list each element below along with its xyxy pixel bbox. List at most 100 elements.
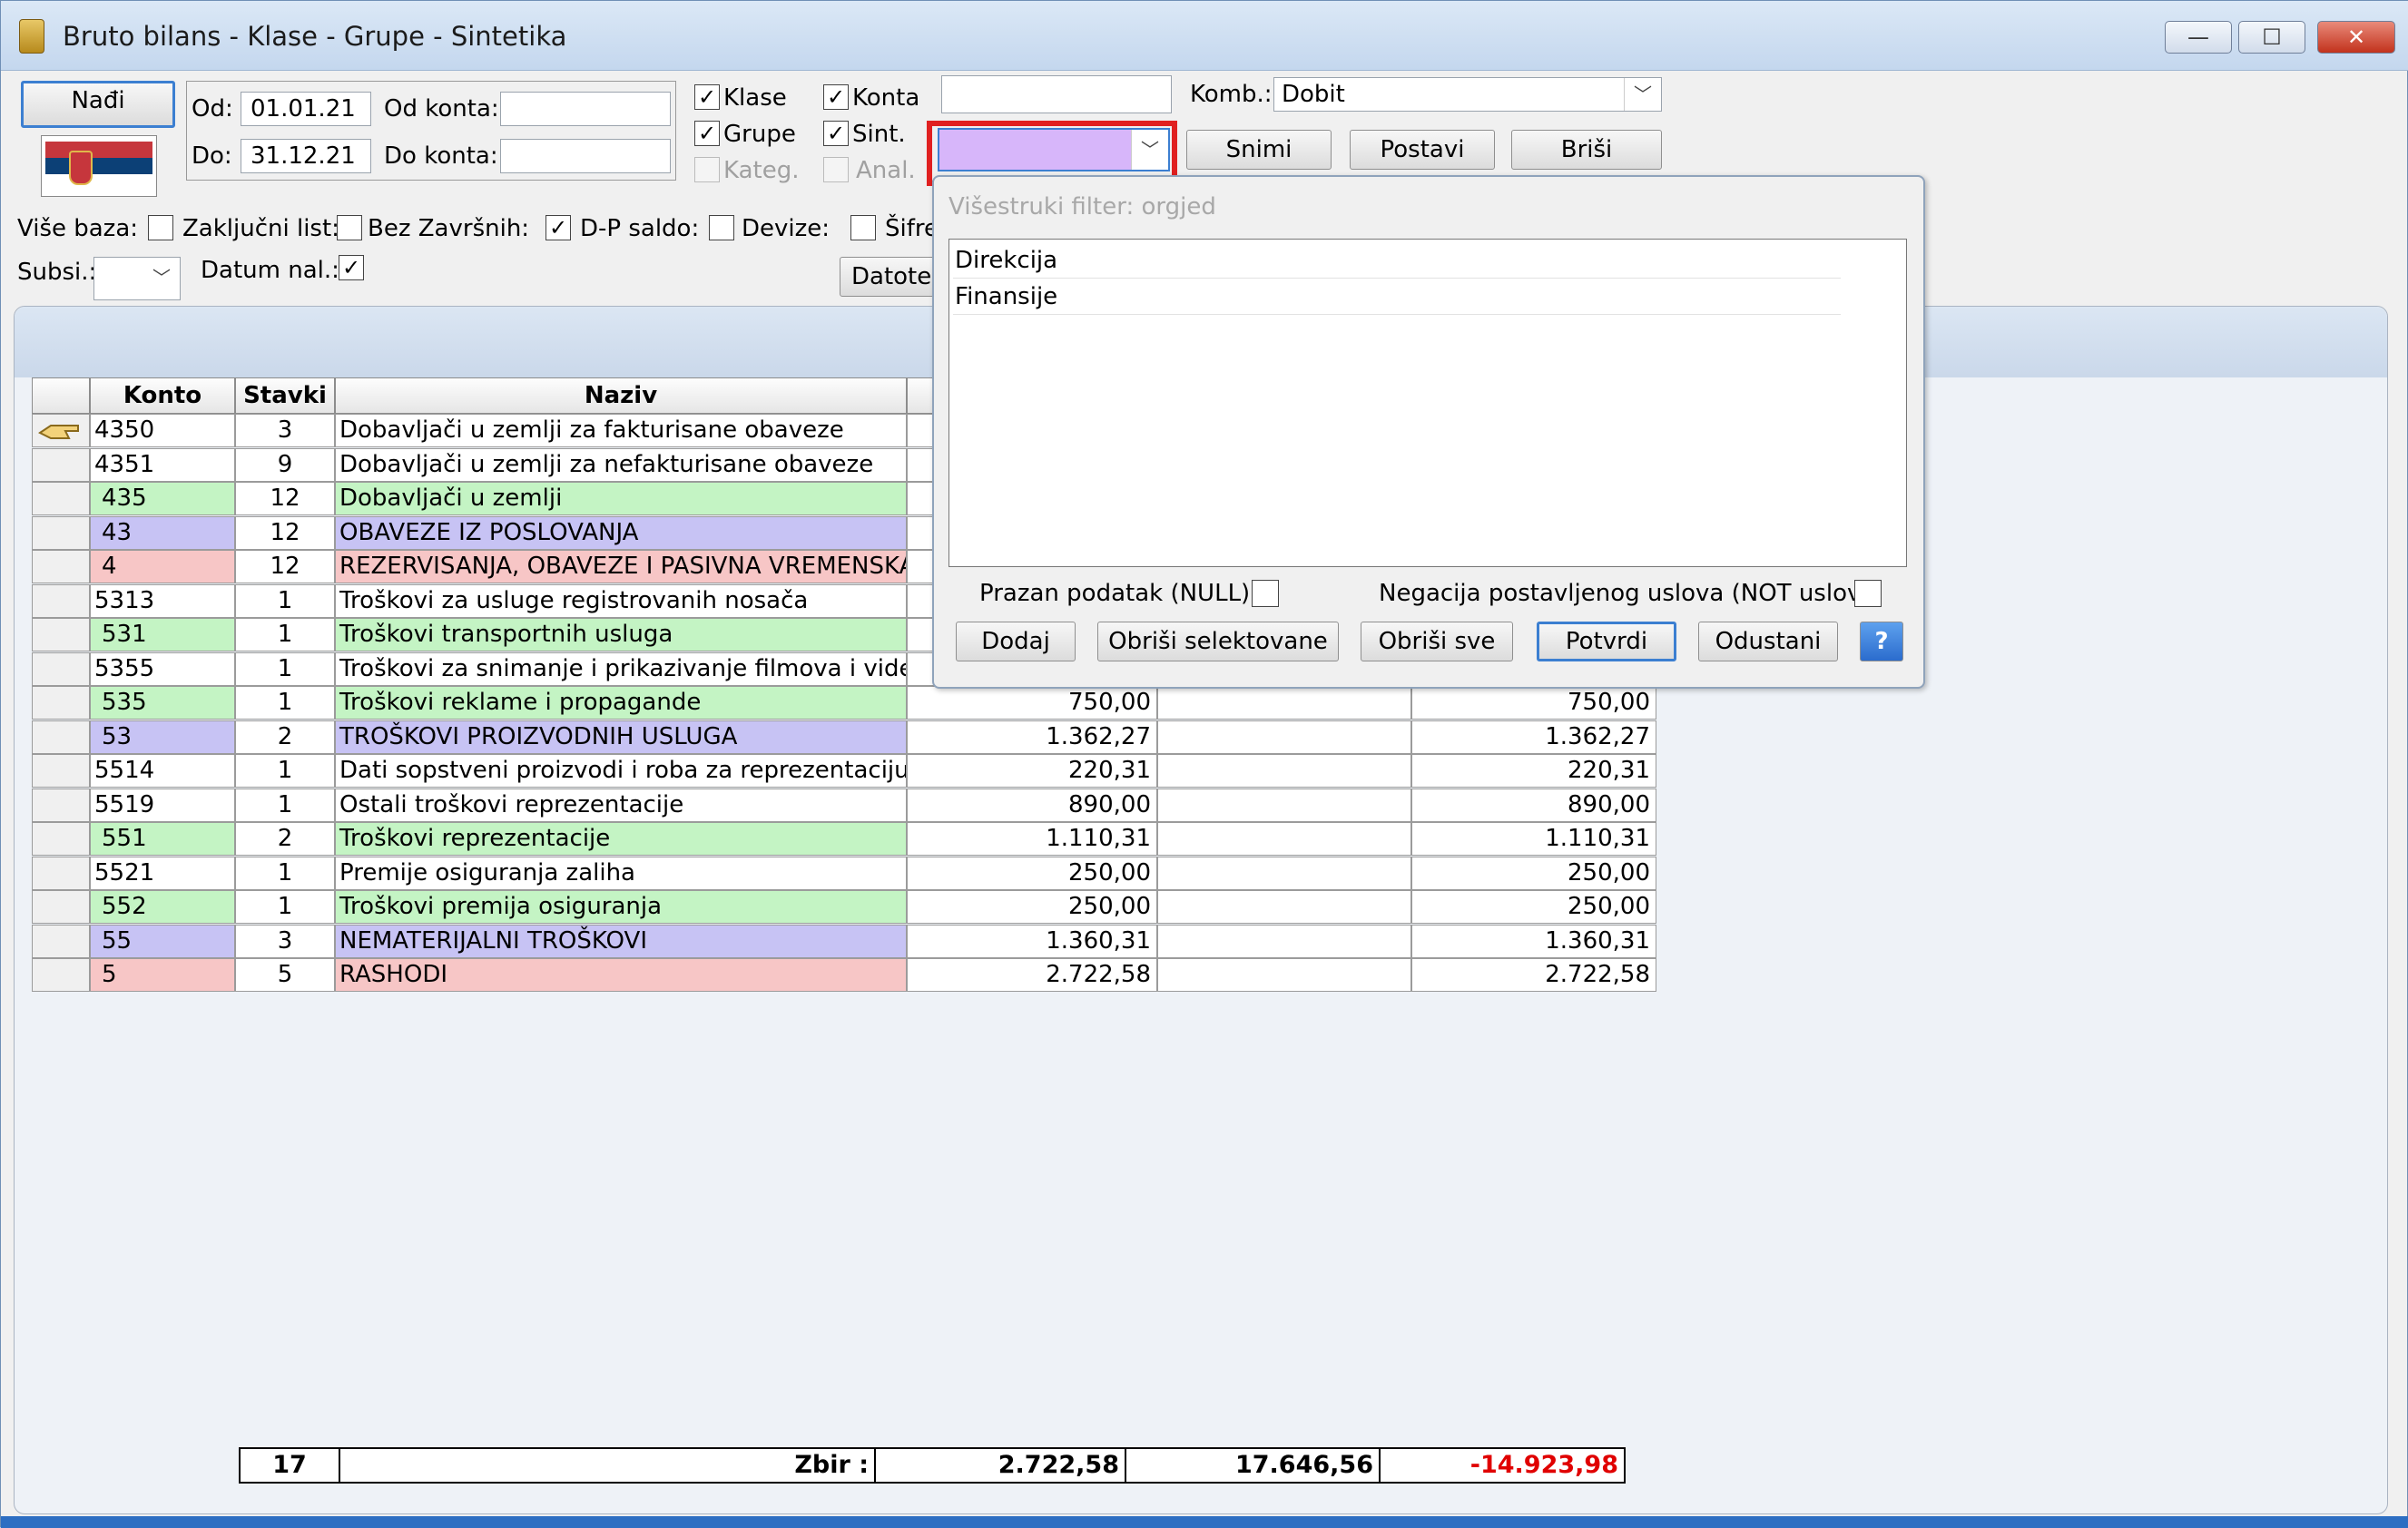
naziv-cell[interactable]: NEMATERIJALNI TROŠKOVI [335, 924, 907, 958]
row-selector[interactable] [32, 447, 90, 482]
stavki-cell[interactable]: 3 [235, 924, 335, 958]
konto-cell[interactable]: 5355 [90, 651, 235, 686]
konto-cell[interactable]: 43 [90, 515, 235, 550]
obrisi-selektovane-button[interactable]: Obriši selektovane [1097, 622, 1339, 661]
find-button[interactable]: Nađi [21, 81, 175, 128]
not-checkbox[interactable] [1854, 580, 1882, 607]
s-cell[interactable]: 220,31 [1411, 754, 1656, 788]
klase-checkbox[interactable]: ✓ [694, 84, 720, 110]
naziv-cell[interactable]: Troškovi za snimanje i prikazivanje film… [335, 651, 907, 686]
p-cell[interactable] [1157, 958, 1411, 992]
p-cell[interactable] [1157, 686, 1411, 720]
s-cell[interactable]: 750,00 [1411, 686, 1656, 720]
stavki-cell[interactable]: 1 [235, 890, 335, 924]
stavki-cell[interactable]: 3 [235, 414, 335, 447]
p-cell[interactable] [1157, 890, 1411, 924]
komb-name-input[interactable] [941, 75, 1172, 113]
d-cell[interactable]: 250,00 [907, 856, 1157, 890]
s-cell[interactable]: 890,00 [1411, 788, 1656, 822]
grupe-checkbox[interactable]: ✓ [694, 121, 720, 146]
stavki-cell[interactable]: 12 [235, 482, 335, 515]
naziv-cell[interactable]: Troškovi premija osiguranja [335, 890, 907, 924]
naziv-cell[interactable]: TROŠKOVI PROIZVODNIH USLUGA [335, 720, 907, 754]
row-selector[interactable] [32, 720, 90, 754]
konto-cell[interactable]: 531 [90, 618, 235, 651]
p-cell[interactable] [1157, 754, 1411, 788]
dodaj-button[interactable]: Dodaj [956, 622, 1076, 661]
p-cell[interactable] [1157, 788, 1411, 822]
row-selector[interactable] [32, 515, 90, 550]
od-date-input[interactable]: 01.01.21 [241, 92, 371, 126]
konto-cell[interactable]: 55 [90, 924, 235, 958]
konto-cell[interactable]: 4350 [90, 414, 235, 447]
konto-cell[interactable]: 535 [90, 686, 235, 720]
konto-cell[interactable]: 551 [90, 822, 235, 856]
naziv-cell[interactable]: Troškovi reprezentacije [335, 822, 907, 856]
s-cell[interactable]: 250,00 [1411, 856, 1656, 890]
filter-list[interactable]: Direkcija Finansije [948, 239, 1907, 567]
filter-list-item[interactable]: Finansije [953, 279, 1841, 315]
row-selector[interactable] [32, 890, 90, 924]
p-cell[interactable] [1157, 720, 1411, 754]
row-selector[interactable] [32, 788, 90, 822]
d-cell[interactable]: 250,00 [907, 890, 1157, 924]
naziv-cell[interactable]: REZERVISANJA, OBAVEZE I PASIVNA VREMENSK… [335, 550, 907, 583]
stavki-cell[interactable]: 2 [235, 822, 335, 856]
row-selector[interactable] [32, 550, 90, 583]
row-selector[interactable] [32, 618, 90, 651]
row-selector[interactable] [32, 414, 90, 447]
naziv-cell[interactable]: OBAVEZE IZ POSLOVANJA [335, 515, 907, 550]
konto-header[interactable]: Konto [90, 377, 235, 414]
null-checkbox[interactable] [1252, 580, 1279, 607]
naziv-cell[interactable]: Premije osiguranja zaliha [335, 856, 907, 890]
datum-nal-checkbox[interactable]: ✓ [339, 255, 364, 280]
row-selector[interactable] [32, 822, 90, 856]
stavki-cell[interactable]: 1 [235, 618, 335, 651]
stavki-cell[interactable]: 1 [235, 754, 335, 788]
naziv-cell[interactable]: Dobavljači u zemlji [335, 482, 907, 515]
obrisi-sve-button[interactable]: Obriši sve [1361, 622, 1513, 661]
maximize-button[interactable]: ☐ [2238, 21, 2305, 54]
stavki-cell[interactable]: 1 [235, 583, 335, 618]
row-selector[interactable] [32, 924, 90, 958]
anal-checkbox[interactable] [823, 157, 849, 182]
row-selector[interactable] [32, 958, 90, 992]
devize-checkbox[interactable] [709, 215, 734, 240]
potvrdi-button[interactable]: Potvrdi [1537, 622, 1676, 661]
stavki-cell[interactable]: 12 [235, 515, 335, 550]
d-cell[interactable]: 1.360,31 [907, 924, 1157, 958]
konto-cell[interactable]: 5519 [90, 788, 235, 822]
stavki-cell[interactable]: 2 [235, 720, 335, 754]
stavki-header[interactable]: Stavki [235, 377, 335, 414]
zakljucni-list-checkbox[interactable] [337, 215, 362, 240]
serbia-flag-icon[interactable] [41, 135, 157, 197]
s-cell[interactable]: 1.362,27 [1411, 720, 1656, 754]
konto-cell[interactable]: 5514 [90, 754, 235, 788]
row-selector[interactable] [32, 482, 90, 515]
konto-cell[interactable]: 552 [90, 890, 235, 924]
konto-cell[interactable]: 5 [90, 958, 235, 992]
stavki-cell[interactable]: 1 [235, 686, 335, 720]
do-konta-input[interactable] [500, 139, 671, 173]
brisi-button[interactable]: Briši [1511, 130, 1662, 170]
konto-cell[interactable]: 4351 [90, 447, 235, 482]
s-cell[interactable]: 250,00 [1411, 890, 1656, 924]
kateg-checkbox[interactable] [694, 157, 720, 182]
p-cell[interactable] [1157, 924, 1411, 958]
close-button[interactable]: ✕ [2317, 21, 2395, 54]
snimi-button[interactable]: Snimi [1186, 130, 1332, 170]
konto-cell[interactable]: 435 [90, 482, 235, 515]
s-cell[interactable]: 1.360,31 [1411, 924, 1656, 958]
stavki-cell[interactable]: 1 [235, 856, 335, 890]
d-cell[interactable]: 220,31 [907, 754, 1157, 788]
naziv-header[interactable]: Naziv [335, 377, 907, 414]
naziv-cell[interactable]: Dati sopstveni proizvodi i roba za repre… [335, 754, 907, 788]
stavki-cell[interactable]: 12 [235, 550, 335, 583]
naziv-cell[interactable]: Troškovi za usluge registrovanih nosača [335, 583, 907, 618]
dp-saldo-checkbox[interactable]: ✓ [545, 215, 571, 240]
sifre-checkbox[interactable] [850, 215, 876, 240]
d-cell[interactable]: 1.362,27 [907, 720, 1157, 754]
chevron-down-icon[interactable]: ﹀ [1624, 78, 1661, 111]
naziv-cell[interactable]: Dobavljači u zemlji za nefakturisane oba… [335, 447, 907, 482]
row-selector[interactable] [32, 856, 90, 890]
